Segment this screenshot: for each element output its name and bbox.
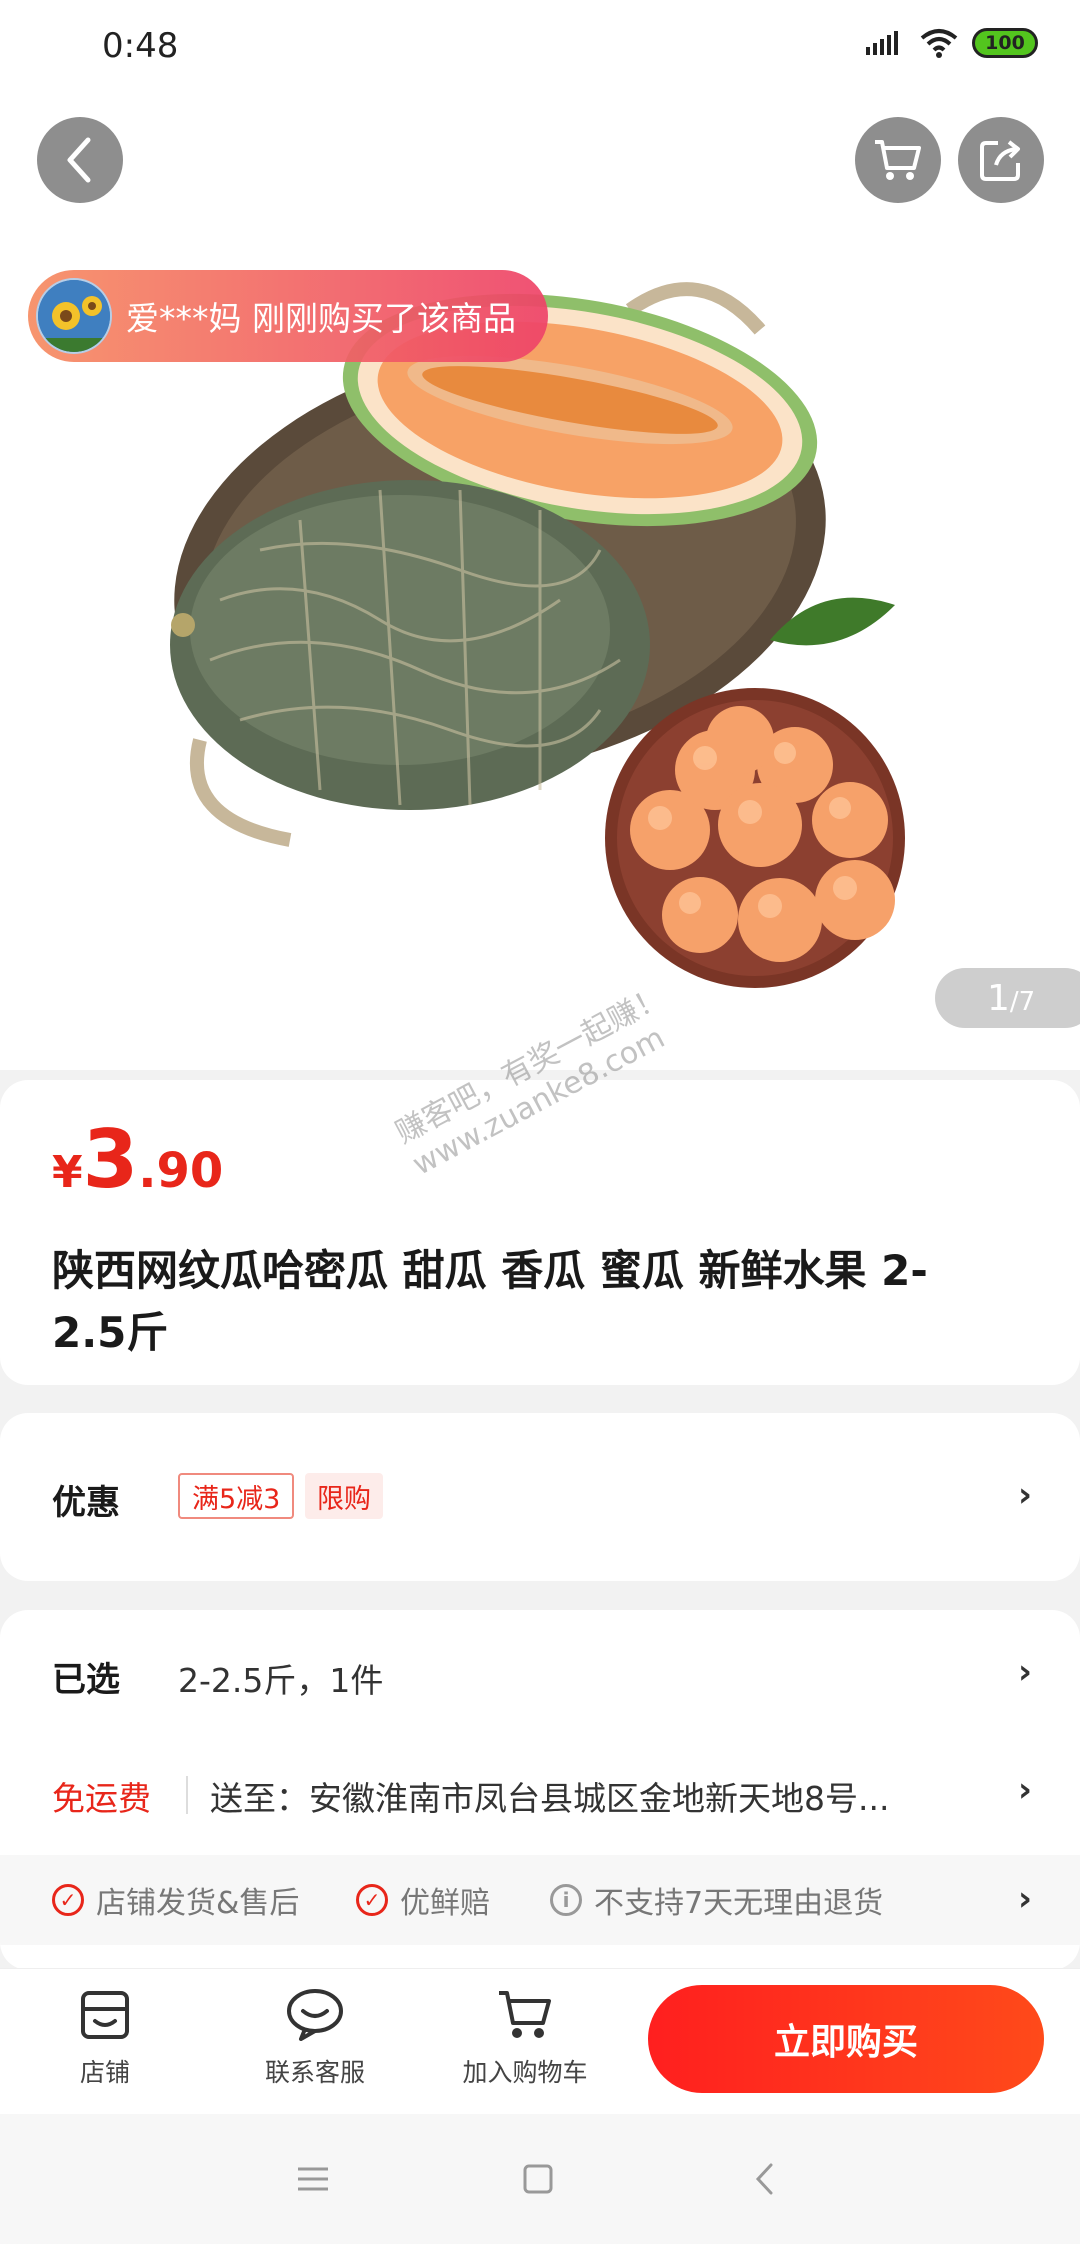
store-button[interactable]: 店铺	[30, 1987, 180, 2089]
info-icon: i	[550, 1884, 582, 1916]
chevron-right-icon: ›	[1017, 1770, 1032, 1810]
service-text: 优鲜赔	[400, 1886, 490, 1921]
back-nav-button[interactable]	[735, 2154, 795, 2204]
share-icon	[980, 140, 1020, 181]
purchase-limit-tag: 限购	[305, 1473, 383, 1519]
price: ¥ 3 .90	[52, 1120, 223, 1200]
add-to-cart-label: 加入购物车	[462, 2058, 588, 2087]
avatar	[36, 278, 112, 354]
selected-spec-value: 2-2.5斤，1件	[178, 1661, 384, 1700]
back-button[interactable]	[37, 117, 123, 203]
bottom-action-bar: 店铺 联系客服 加入购物车 立即购买	[0, 1968, 1080, 2114]
service-guarantee-row[interactable]: ✓ 店铺发货&售后 ✓ 优鲜赔 i 不支持7天无理由退货 ›	[0, 1855, 1080, 1945]
chevron-left-icon	[755, 2163, 773, 2195]
image-page-indicator: 1 /7	[935, 968, 1080, 1028]
buy-now-button[interactable]: 立即购买	[648, 1985, 1044, 2093]
page-total: /7	[1009, 987, 1036, 1017]
chat-icon	[287, 1989, 343, 2041]
service-text: 不支持7天无理由退货	[594, 1886, 884, 1921]
discount-tag: 满5减3	[178, 1473, 295, 1519]
chevron-right-icon: ›	[1017, 1475, 1032, 1515]
share-button[interactable]	[958, 117, 1044, 203]
home-nav-button[interactable]	[508, 2154, 568, 2204]
check-circle-icon: ✓	[52, 1884, 84, 1916]
page-current: 1	[987, 977, 1010, 1019]
selection-card: 已选 2-2.5斤，1件 › 免运费 送至：安徽淮南市凤台县城区金地新天地8号.…	[0, 1610, 1080, 1970]
add-to-cart-button[interactable]: 加入购物车	[450, 1987, 600, 2089]
store-label: 店铺	[79, 2058, 130, 2087]
signal-icon	[866, 31, 898, 55]
home-square-icon	[523, 2164, 553, 2194]
chevron-left-icon	[67, 137, 91, 183]
customer-service-label: 联系客服	[264, 2058, 365, 2087]
selected-label: 已选	[52, 1660, 120, 1700]
wifi-icon	[920, 29, 958, 58]
status-bar: 0:48 100	[0, 0, 1080, 100]
menu-icon	[298, 2167, 328, 2191]
check-circle-icon: ✓	[356, 1884, 388, 1916]
promotion-row[interactable]: 优惠 满5减3 限购 ›	[0, 1413, 1080, 1581]
service-text: 店铺发货&售后	[96, 1886, 300, 1921]
product-image	[170, 282, 905, 988]
price-currency: ¥	[52, 1147, 83, 1198]
service-item: ✓ 优鲜赔	[356, 1878, 490, 1922]
battery-icon: 100	[972, 28, 1038, 58]
promo-label: 优惠	[52, 1483, 120, 1523]
menu-nav-button[interactable]	[283, 2154, 343, 2204]
free-shipping-label: 免运费	[52, 1779, 151, 1818]
price-card: ¥ 3 .90 赚客吧，有奖一起赚！ www.zuanke8.com 陕西网纹瓜…	[0, 979, 1080, 1385]
cart-button[interactable]	[855, 117, 941, 203]
chevron-right-icon: ›	[1017, 1879, 1032, 1919]
price-decimal: .90	[138, 1143, 224, 1199]
recent-purchase-toast: 爱***妈 刚刚购买了该商品	[28, 270, 548, 362]
status-icons: 100	[866, 28, 1038, 58]
divider	[186, 1776, 188, 1814]
price-integer: 3	[82, 1113, 139, 1206]
product-gallery[interactable]: 爱***妈 刚刚购买了该商品 1 /7	[0, 100, 1080, 1070]
cart-icon	[875, 140, 921, 180]
service-item: i 不支持7天无理由退货	[550, 1878, 883, 1922]
shipping-address: 送至：安徽淮南市凤台县城区金地新天地8号...	[210, 1779, 890, 1818]
system-navigation-bar	[0, 2114, 1080, 2244]
cart-icon	[499, 1991, 551, 2038]
store-icon	[81, 1991, 129, 2039]
chevron-right-icon: ›	[1017, 1652, 1032, 1692]
recent-purchase-text: 爱***妈 刚刚购买了该商品	[126, 299, 516, 338]
product-title: 陕西网纹瓜哈密瓜 甜瓜 香瓜 蜜瓜 新鲜水果 2-2.5斤	[52, 1246, 928, 1357]
status-time: 0:48	[102, 26, 179, 66]
customer-service-button[interactable]: 联系客服	[240, 1987, 390, 2089]
service-item: ✓ 店铺发货&售后	[52, 1878, 299, 1922]
